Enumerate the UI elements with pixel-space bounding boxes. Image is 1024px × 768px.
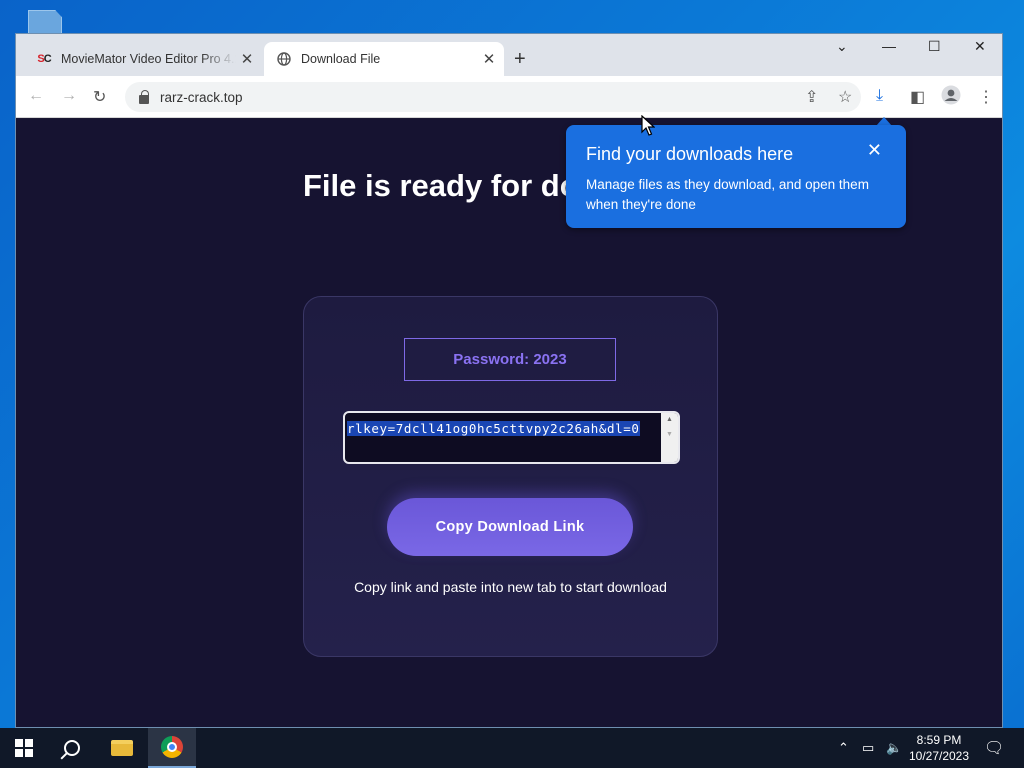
bubble-title: Find your downloads here: [586, 144, 794, 164]
tab-title: MovieMator Video Editor Pro 4.2: [61, 52, 236, 66]
download-icon[interactable]: ⤓: [876, 87, 883, 105]
network-icon[interactable]: ▭: [862, 728, 874, 768]
globe-icon: [276, 51, 292, 67]
bubble-close-icon[interactable]: ✕: [867, 140, 882, 161]
volume-muted-icon[interactable]: 🔈: [886, 728, 902, 768]
back-icon[interactable]: ←: [28, 87, 44, 105]
bookmark-star-icon[interactable]: ☆: [838, 87, 852, 107]
tab-strip: SC MovieMator Video Editor Pro 4.2 ✕ Dow…: [16, 34, 1002, 76]
reload-icon[interactable]: ↻: [93, 87, 106, 107]
tab-download-file[interactable]: Download File ✕: [264, 42, 504, 76]
menu-kebab-icon[interactable]: ⋮: [978, 87, 994, 107]
clock-time: 8:59 PM: [916, 733, 962, 747]
tab-moviemator[interactable]: SC MovieMator Video Editor Pro 4.2 ✕: [26, 42, 262, 76]
tray-overflow-icon[interactable]: ⌃: [838, 728, 849, 768]
scrollbar[interactable]: ▲ ▼: [661, 413, 678, 462]
sc-logo-icon: SC: [37, 53, 51, 65]
desktop-folder-icon[interactable]: [28, 10, 62, 34]
profile-avatar-icon[interactable]: [941, 85, 961, 110]
side-panel-icon[interactable]: ◧: [910, 87, 925, 107]
browser-window: SC MovieMator Video Editor Pro 4.2 ✕ Dow…: [15, 33, 1003, 728]
taskbar: ⌃ ▭ 🔈 8:59 PM 10/27/2023 🗨: [0, 728, 1024, 768]
download-bubble: Find your downloads here Manage files as…: [566, 125, 906, 228]
notifications-icon[interactable]: 🗨: [984, 728, 1004, 768]
instruction-text: Copy link and paste into new tab to star…: [354, 579, 667, 595]
password-box: Password: 2023: [404, 338, 616, 381]
chrome-icon: [161, 736, 183, 758]
scroll-up-icon[interactable]: ▲: [661, 416, 678, 423]
close-window-button[interactable]: ✕: [974, 38, 986, 55]
bubble-body: Manage files as they download, and open …: [586, 177, 869, 212]
download-link-text[interactable]: rlkey=7dcll41og0hc5cttvpy2c26ah&dl=0: [347, 421, 640, 436]
start-button[interactable]: [0, 728, 48, 768]
share-icon[interactable]: ⇪: [805, 87, 818, 107]
tab-close-icon[interactable]: ✕: [236, 50, 258, 68]
start-icon: [15, 739, 33, 757]
search-icon: [64, 740, 80, 756]
download-link-textarea[interactable]: rlkey=7dcll41og0hc5cttvpy2c26ah&dl=0 ▲ ▼: [343, 411, 680, 464]
scroll-down-icon[interactable]: ▼: [661, 431, 678, 438]
search-button[interactable]: [48, 728, 96, 768]
maximize-button[interactable]: ☐: [928, 38, 941, 55]
lock-icon[interactable]: [139, 89, 149, 104]
copy-download-link-button[interactable]: Copy Download Link: [387, 498, 633, 556]
forward-icon[interactable]: →: [61, 87, 77, 105]
tab-title: Download File: [301, 52, 381, 66]
tab-search-icon[interactable]: ⌄: [836, 38, 848, 55]
chrome-taskbar-button[interactable]: [148, 728, 196, 768]
download-card: Password: 2023 rlkey=7dcll41og0hc5cttvpy…: [303, 296, 718, 657]
clock[interactable]: 8:59 PM 10/27/2023: [904, 732, 974, 764]
minimize-button[interactable]: —: [882, 38, 896, 54]
mouse-cursor-icon: [641, 115, 655, 136]
address-bar[interactable]: rarz-crack.top: [125, 82, 861, 112]
file-explorer-icon: [111, 740, 133, 756]
clock-date: 10/27/2023: [908, 749, 970, 763]
url-text[interactable]: rarz-crack.top: [160, 90, 243, 105]
browser-toolbar: ← → ↻ rarz-crack.top ⇪ ☆ ⤓ ◧ ⋮: [16, 76, 1002, 118]
file-explorer-button[interactable]: [98, 728, 146, 768]
tab-close-icon[interactable]: ✕: [478, 50, 500, 68]
new-tab-button[interactable]: +: [514, 48, 526, 71]
